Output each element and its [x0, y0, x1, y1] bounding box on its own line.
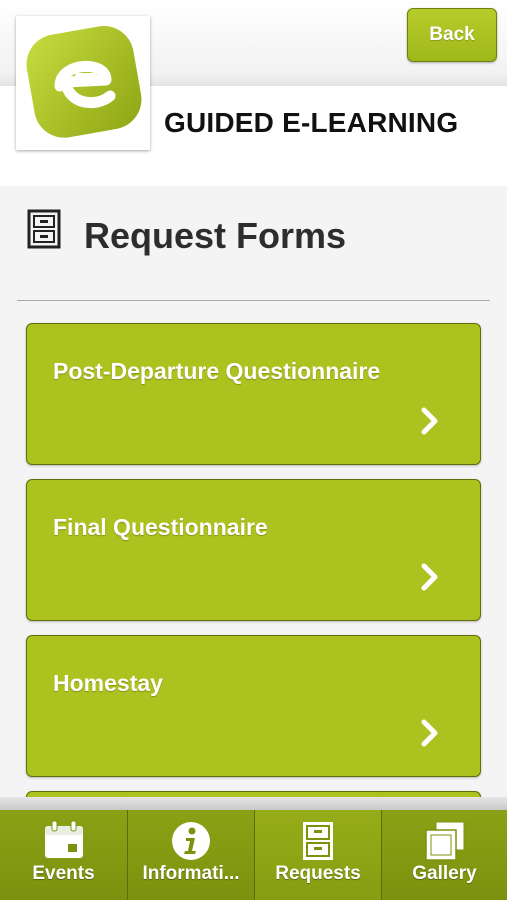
chevron-right-icon: [421, 719, 438, 747]
list-item-homestay[interactable]: Homestay: [26, 635, 481, 777]
tab-label: Events: [32, 863, 95, 884]
calendar-icon: [44, 820, 83, 858]
list-item-label: Final Questionnaire: [53, 514, 268, 540]
tab-label: Informati...: [142, 863, 240, 884]
chevron-right-icon: [421, 563, 438, 591]
request-forms-list: Post-Departure Questionnaire Final Quest…: [0, 0, 507, 797]
tab-requests[interactable]: Requests: [255, 810, 382, 900]
chevron-right-icon: [421, 407, 438, 435]
list-item-final-questionnaire[interactable]: Final Questionnaire: [26, 479, 481, 621]
tab-label: Requests: [275, 863, 361, 884]
tab-gallery[interactable]: Gallery: [382, 810, 507, 900]
tab-bar-strip: [0, 797, 507, 810]
tab-information[interactable]: Informati...: [128, 810, 255, 900]
photos-icon: [424, 821, 464, 861]
filing-cabinet-icon: [303, 822, 333, 860]
list-item-post-departure-questionnaire[interactable]: Post-Departure Questionnaire: [26, 323, 481, 465]
list-item-label: Homestay: [53, 670, 163, 696]
list-item-label: Post-Departure Questionnaire: [53, 358, 381, 384]
tab-events[interactable]: Events: [0, 810, 128, 900]
bottom-tab-bar: Events Informati... Requests Gallery: [0, 797, 507, 900]
tab-label: Gallery: [412, 863, 477, 884]
info-icon: [172, 822, 210, 860]
